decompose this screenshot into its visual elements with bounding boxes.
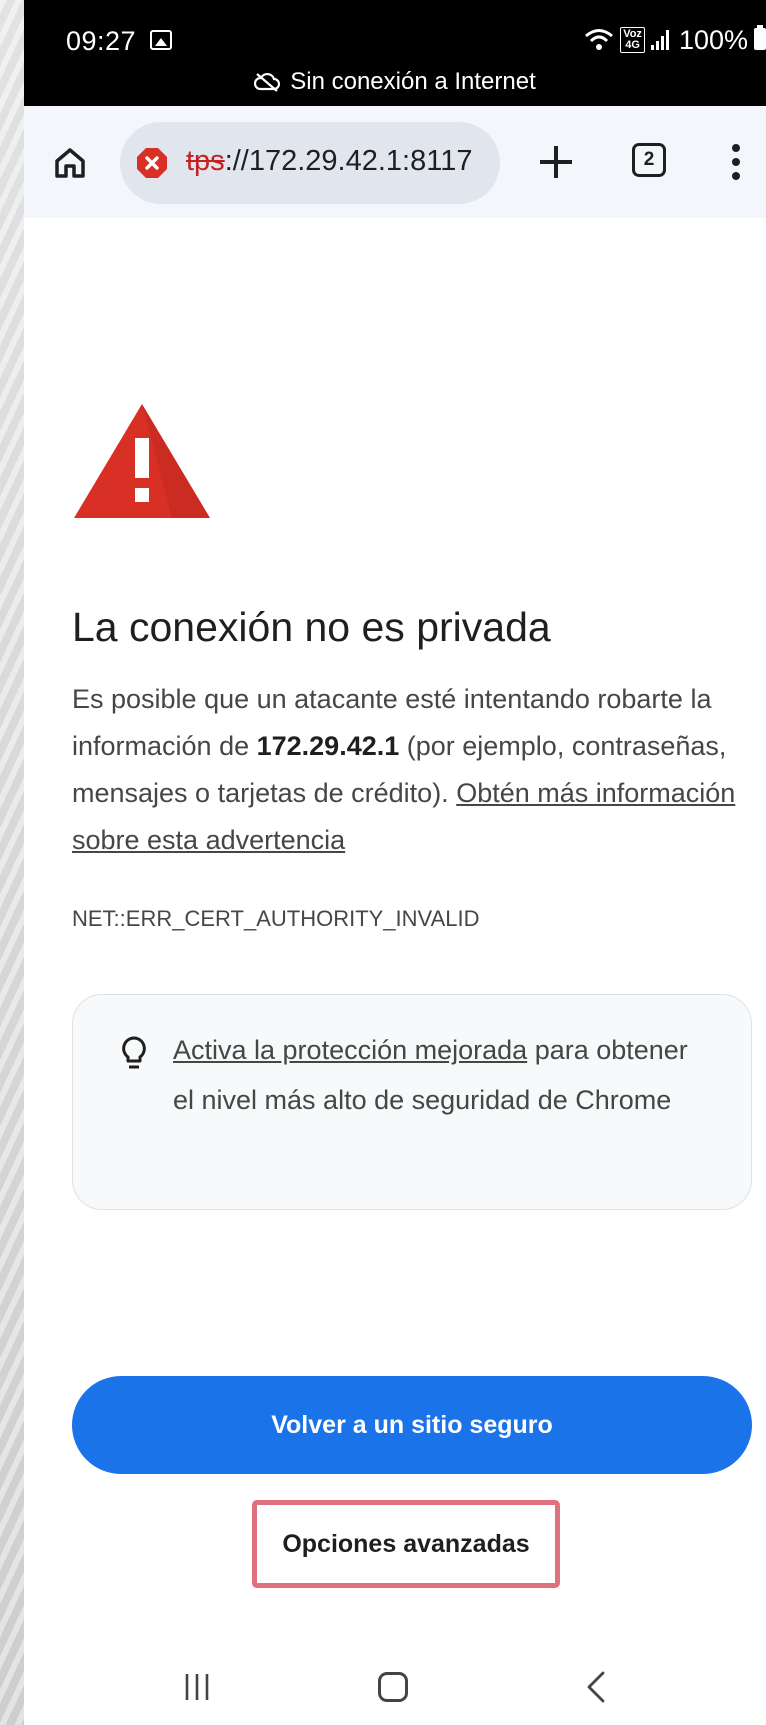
status-time: 09:27: [66, 26, 137, 56]
wifi-icon: [585, 29, 614, 50]
phone-screen: 09:27 Voz 4G 100% Sin conexión a Interne…: [24, 0, 766, 1725]
signal-icon: [650, 30, 671, 50]
warning-description: Es posible que un atacante esté intentan…: [72, 676, 742, 864]
url-text[interactable]: tps://172.29.42.1:8117: [186, 145, 472, 178]
nav-home-icon[interactable]: [378, 1672, 408, 1702]
new-tab-icon[interactable]: [536, 142, 576, 182]
browser-toolbar: tps://172.29.42.1:8117 2: [24, 106, 766, 218]
error-code: NET::ERR_CERT_AUTHORITY_INVALID: [72, 906, 480, 931]
status-bar: 09:27 Voz 4G 100% Sin conexión a Interne…: [24, 0, 766, 106]
lightbulb-icon: [122, 1036, 146, 1069]
home-icon[interactable]: [52, 144, 88, 180]
warning-triangle-icon: [74, 404, 210, 518]
advanced-options-button[interactable]: Opciones avanzadas: [257, 1505, 555, 1583]
gallery-notification-icon: [150, 30, 172, 50]
url-host: ://172.29.42.1:8117: [224, 145, 473, 177]
recent-apps-icon[interactable]: [182, 1672, 212, 1702]
tab-switcher-icon[interactable]: 2: [632, 143, 666, 177]
cloud-off-icon: [254, 72, 281, 92]
enhanced-protection-link[interactable]: Activa la protección mejorada: [173, 1035, 527, 1065]
back-to-safety-button[interactable]: Volver a un sitio seguro: [72, 1376, 752, 1474]
volte-badge: Voz 4G: [620, 27, 645, 53]
nav-back-icon[interactable]: [584, 1670, 608, 1704]
battery-icon: [754, 25, 766, 50]
enhanced-protection-card: Activa la protección mejorada para obten…: [72, 994, 752, 1210]
page-title: La conexión no es privada: [72, 604, 551, 650]
enhanced-protection-text: Activa la protección mejorada para obten…: [173, 1025, 713, 1125]
status-indicators: Voz 4G 100%: [584, 24, 766, 56]
system-nav-bar: [24, 1640, 766, 1725]
insecure-icon[interactable]: [136, 147, 168, 179]
url-scheme-struck: tps: [186, 145, 225, 177]
address-bar[interactable]: tps://172.29.42.1:8117: [120, 122, 500, 204]
offline-notice: Sin conexión a Internet: [24, 68, 766, 96]
more-menu-icon[interactable]: [732, 144, 742, 182]
host-name: 172.29.42.1: [256, 731, 400, 761]
battery-percent: 100%: [678, 24, 748, 55]
offline-text: Sin conexión a Internet: [290, 68, 536, 95]
